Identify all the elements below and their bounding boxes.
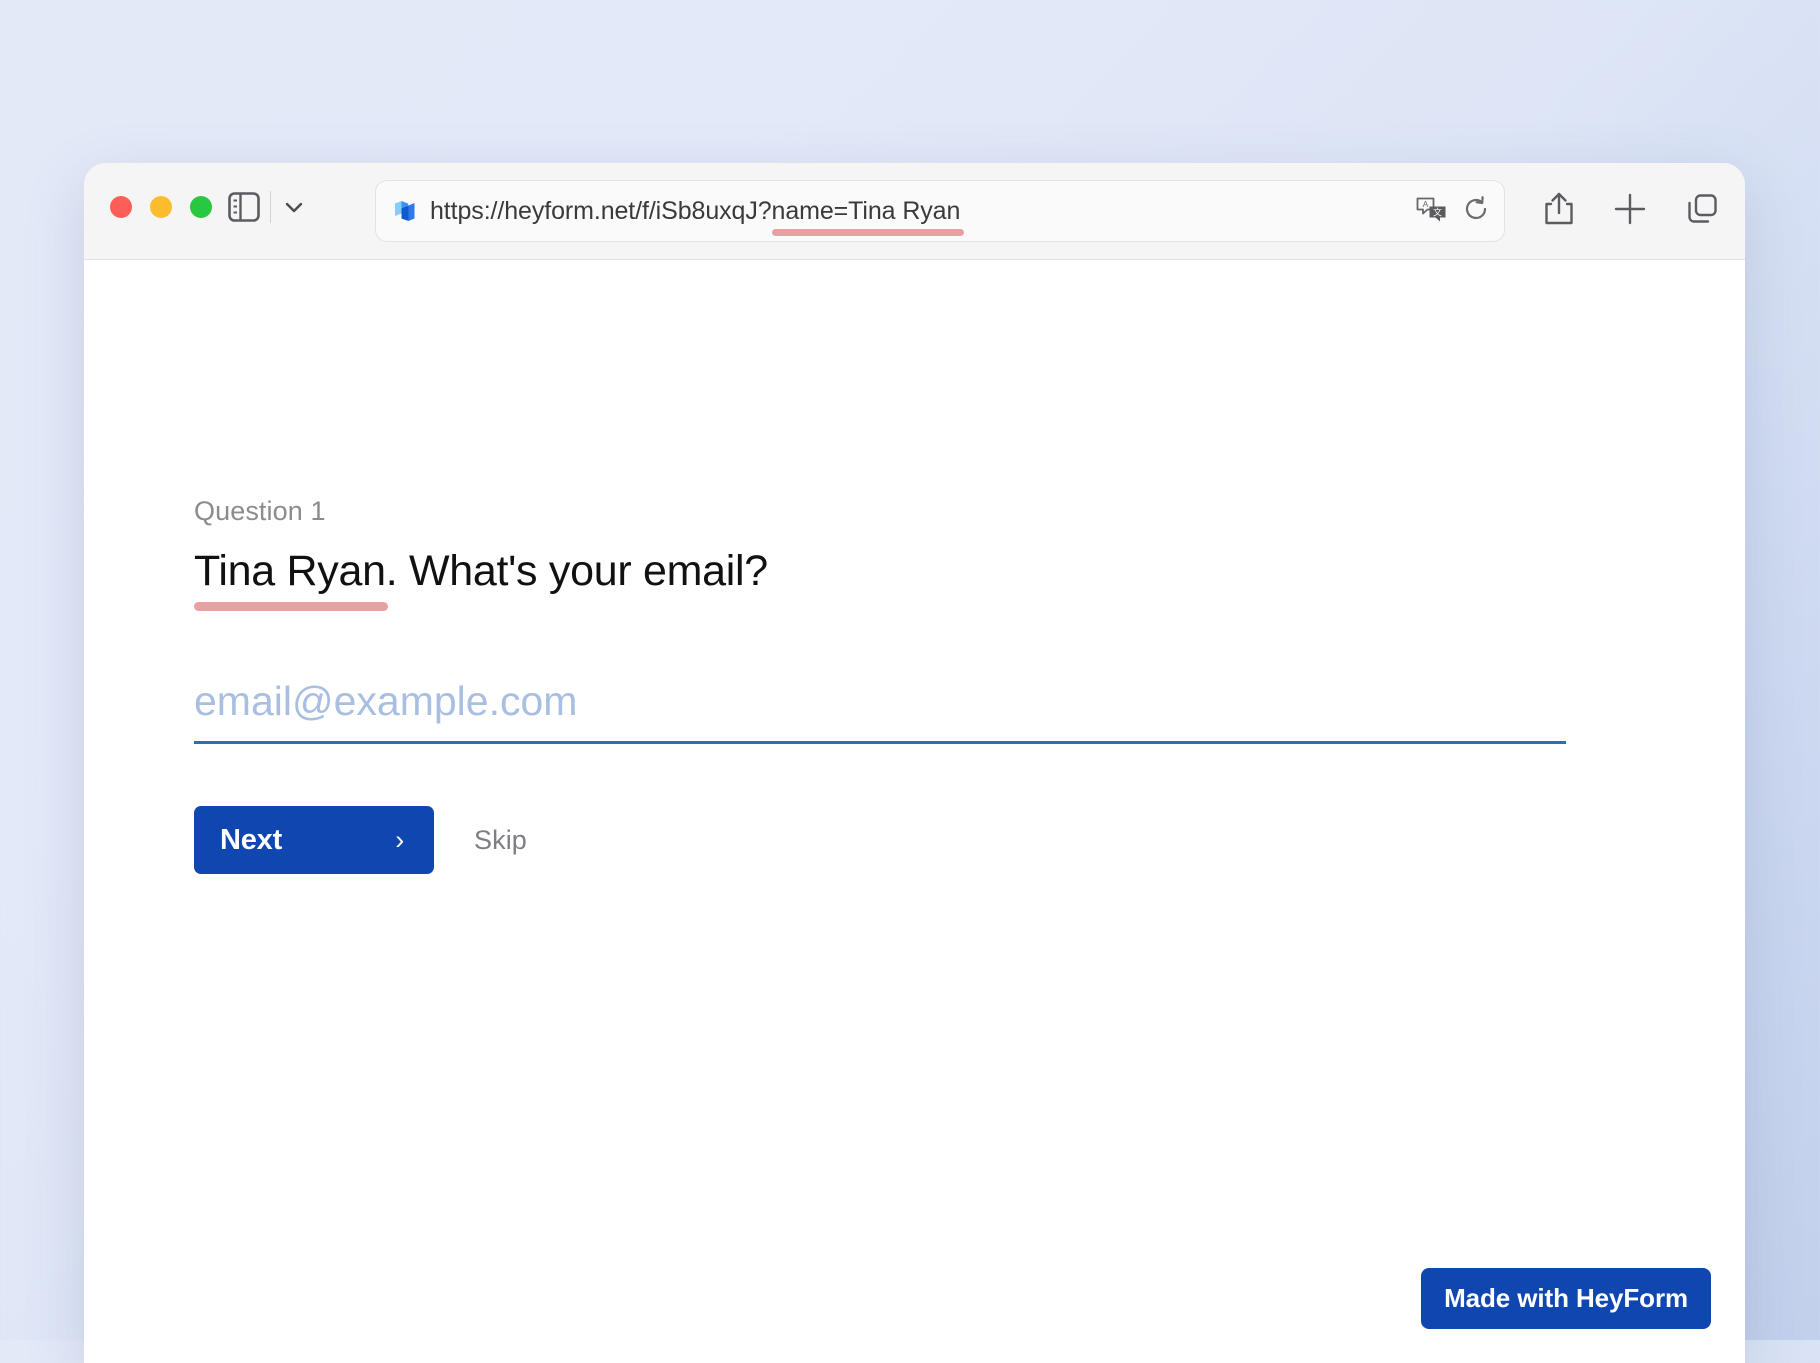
next-button[interactable]: Next › [194, 806, 434, 874]
browser-toolbar: https://heyform.net/f/iSb8uxqJ?name=Tina… [84, 163, 1745, 260]
question-number-label: Question 1 [194, 496, 1594, 527]
form-actions: Next › Skip [194, 806, 1594, 874]
traffic-lights [110, 196, 212, 218]
next-button-label: Next [220, 824, 282, 857]
address-bar[interactable]: https://heyform.net/f/iSb8uxqJ?name=Tina… [375, 180, 1505, 242]
email-input[interactable] [194, 678, 1566, 744]
translate-icon[interactable]: A 文 [1416, 196, 1448, 227]
svg-text:文: 文 [1433, 206, 1442, 217]
form-page: Question 1 Tina Ryan. What's your email?… [84, 260, 1745, 1363]
heyform-logo-icon [392, 198, 418, 224]
reload-icon[interactable] [1462, 195, 1490, 228]
question-title-rest: . What's your email? [386, 547, 768, 595]
tabs-icon[interactable] [1685, 192, 1719, 231]
url-prefix: https://heyform.net/f/iSb8uxqJ? [430, 197, 772, 225]
share-icon[interactable] [1543, 191, 1575, 232]
made-with-heyform-badge[interactable]: Made with HeyForm [1421, 1268, 1711, 1329]
minimize-window-button[interactable] [150, 196, 172, 218]
address-bar-text: https://heyform.net/f/iSb8uxqJ?name=Tina… [430, 197, 960, 226]
question-title-name: Tina Ryan [194, 547, 386, 595]
question-block: Question 1 Tina Ryan. What's your email?… [194, 496, 1594, 874]
svg-text:A: A [1423, 199, 1429, 209]
address-bar-actions: A 文 [1416, 195, 1490, 228]
url-highlighted-param: name=Tina Ryan [772, 197, 961, 225]
maximize-window-button[interactable] [190, 196, 212, 218]
plus-icon[interactable] [1613, 192, 1647, 231]
toolbar-divider [270, 191, 271, 223]
chevron-down-icon[interactable] [280, 193, 308, 221]
sidebar-toggle-icon[interactable] [228, 192, 260, 222]
chevron-right-icon: › [395, 827, 404, 854]
toolbar-right-actions [1543, 191, 1719, 232]
question-title: Tina Ryan. What's your email? [194, 547, 1594, 596]
browser-window: https://heyform.net/f/iSb8uxqJ?name=Tina… [84, 163, 1745, 1363]
skip-button[interactable]: Skip [474, 825, 527, 856]
close-window-button[interactable] [110, 196, 132, 218]
